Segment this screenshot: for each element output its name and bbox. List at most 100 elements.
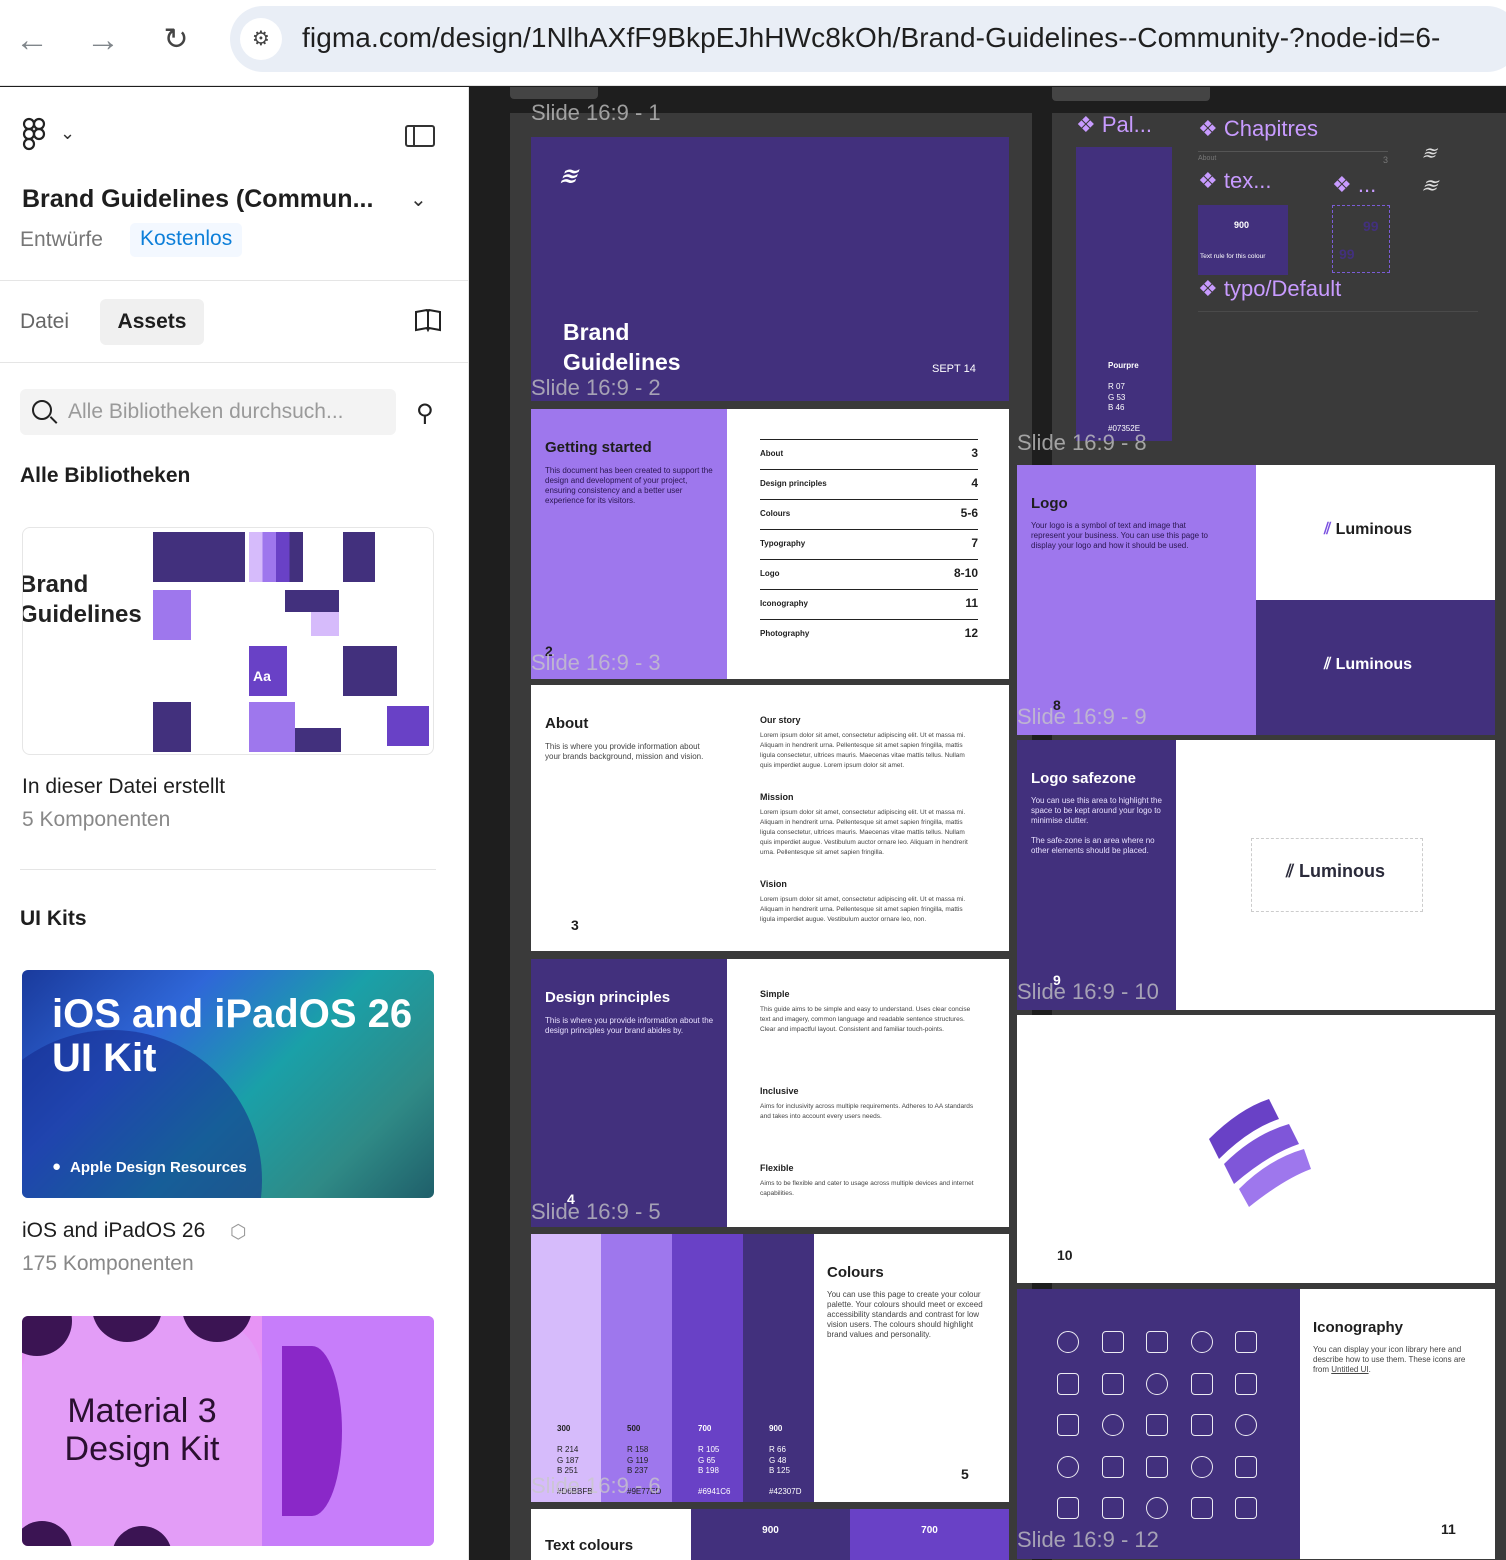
site-settings-icon[interactable]: ⚙ xyxy=(240,18,282,60)
slide-colours[interactable]: 300 R 214 G 187 B 251 #D6BBFB 500 R 158 G 119 B… xyxy=(531,1234,1009,1502)
component-label: ... xyxy=(1357,172,1377,197)
swatch-b: B 198 xyxy=(698,1466,719,1475)
colour-component[interactable]: Pourpre R 07 G 53 B 46 #07352E xyxy=(1076,147,1172,441)
slide-label[interactable]: Slide 16:9 - 8 xyxy=(1017,430,1147,456)
library-name[interactable]: In dieser Datei erstellt xyxy=(22,775,225,799)
slide-label[interactable]: Slide 16:9 - 9 xyxy=(1017,704,1147,730)
chevron-down-icon[interactable]: ⌄ xyxy=(60,123,75,144)
reload-icon[interactable]: ↻ xyxy=(156,20,196,60)
thumb-tile xyxy=(153,702,191,752)
section-tab[interactable] xyxy=(1052,87,1210,101)
slide-logo[interactable]: Logo Your logo is a symbol of text and i… xyxy=(1017,465,1495,735)
toc-row[interactable]: Typography 7 xyxy=(760,529,978,559)
slide-label[interactable]: Slide 16:9 - 2 xyxy=(531,375,661,401)
logo-light-panel: ⫽ Luminous xyxy=(1256,465,1495,600)
pourpre-info: Pourpre R 07 G 53 B 46 #07352E xyxy=(1108,361,1140,435)
ios-kit-thumbnail[interactable]: iOS and iPadOS 26 UI Kit ● Apple Design R… xyxy=(22,970,434,1198)
cover-title-1: Brand xyxy=(563,319,630,345)
file-title[interactable]: Brand Guidelines (Commun... xyxy=(22,185,373,214)
design-canvas[interactable]: ≋ Brand Guidelines SEPT 14 Slide 16:9 - 1… xyxy=(470,87,1506,1560)
thumb-title: Brand Guidelines xyxy=(22,570,142,630)
tab-assets[interactable]: Assets xyxy=(100,299,204,345)
component-typo-default[interactable]: ❖ typo/Default xyxy=(1198,276,1341,302)
assets-panel: ⌄ Brand Guidelines (Commun... ⌄ Entwürfe… xyxy=(0,87,469,1560)
filter-icon[interactable]: ⚲ xyxy=(416,399,434,428)
component-palette[interactable]: ❖ Pal... xyxy=(1076,112,1152,138)
slide-logo-mark[interactable]: 10 xyxy=(1017,1015,1495,1283)
back-icon[interactable]: ← xyxy=(12,20,52,60)
search-box[interactable]: Alle Bibliotheken durchsuch... xyxy=(20,389,396,435)
untitled-ui-link[interactable]: Untitled UI xyxy=(1331,1365,1368,1374)
search-input[interactable]: Alle Bibliotheken durchsuch... xyxy=(68,400,344,424)
toc-row[interactable]: About 3 xyxy=(760,439,978,469)
plan-badge: Kostenlos xyxy=(130,223,243,257)
component-more[interactable]: ❖ ... xyxy=(1332,172,1376,198)
toc-row[interactable]: Photography 12 xyxy=(760,619,978,649)
page-number-component[interactable]: 99 99 xyxy=(1332,205,1390,273)
slide-about[interactable]: About This is where you provide informat… xyxy=(531,685,1009,951)
toc-label: Colours xyxy=(760,509,791,518)
forward-icon[interactable]: → xyxy=(83,20,123,60)
slide-title: Text colours xyxy=(545,1537,634,1554)
slide-logo-safezone[interactable]: Logo safezone You can use this area to h… xyxy=(1017,740,1495,1010)
safezone-logo: ⫽ Luminous xyxy=(1286,861,1385,882)
address-bar[interactable]: ⚙ figma.com/design/1NlhAXfF9BkpEJhHWc8kO… xyxy=(230,6,1506,72)
toc-label: Iconography xyxy=(760,599,809,608)
page-number: 10 xyxy=(1057,1247,1073,1263)
sidebar-toggle-icon[interactable] xyxy=(405,125,435,147)
section-tab[interactable] xyxy=(510,87,598,99)
toc-row[interactable]: Colours 5-6 xyxy=(760,499,978,529)
text-colour-component[interactable]: 900 Text rule for this colour xyxy=(1198,205,1288,275)
slide-getting-started[interactable]: Getting started This document has been c… xyxy=(531,409,1009,679)
brand-mark-icon: ⫽ xyxy=(1286,861,1295,881)
slide-iconography[interactable]: Iconography You can display your icon li… xyxy=(1017,1289,1495,1559)
slide-label[interactable]: Slide 16:9 - 6 xyxy=(531,1473,661,1499)
tile-text: Text rule for this colour xyxy=(1200,253,1266,260)
toc-row[interactable]: Iconography 11 xyxy=(760,589,978,619)
pourpre-b: B 46 xyxy=(1108,403,1125,412)
section-title: Flexible xyxy=(760,1163,794,1173)
slide-label[interactable]: Slide 16:9 - 10 xyxy=(1017,979,1159,1005)
logo-wordmark: Luminous xyxy=(1335,656,1413,673)
file-menu-chevron-icon[interactable]: ⌄ xyxy=(410,187,427,212)
slide-design-principles[interactable]: Design principles This is where you prov… xyxy=(531,959,1009,1227)
url-text[interactable]: figma.com/design/1NlhAXfF9BkpEJhHWc8kOh/… xyxy=(302,22,1440,54)
material-kit-thumbnail[interactable]: Material 3 Design Kit xyxy=(22,1316,434,1546)
swatch-name: 700 xyxy=(698,1424,712,1433)
library-thumbnail[interactable]: Brand Guidelines Aa xyxy=(22,527,434,755)
toc-row[interactable]: Logo 8-10 xyxy=(760,559,978,589)
library-icon xyxy=(1190,1414,1213,1436)
swatch-name: 500 xyxy=(627,1424,641,1433)
text-colour-tile: 900 xyxy=(691,1509,850,1560)
thumb-title-line-2: Guidelines xyxy=(22,601,142,628)
toc-row[interactable]: Design principles 4 xyxy=(760,469,978,499)
slide-label[interactable]: Slide 16:9 - 5 xyxy=(531,1199,661,1225)
section-all-libraries: Alle Bibliotheken xyxy=(20,464,191,487)
apple-logo-icon: ● xyxy=(52,1158,62,1175)
swatch-g: G 187 xyxy=(557,1455,579,1465)
slide-label[interactable]: Slide 16:9 - 1 xyxy=(531,100,661,126)
slide-text-colours[interactable]: Text colours 900 700 xyxy=(531,1509,1009,1560)
component-text[interactable]: ❖ tex... xyxy=(1198,168,1272,194)
figma-logo-icon[interactable] xyxy=(22,117,48,153)
section-title: Simple xyxy=(760,989,790,999)
thumb-title-line-1: Brand xyxy=(22,571,89,598)
swatch-hex: #42307D xyxy=(769,1487,802,1496)
tab-file[interactable]: Datei xyxy=(20,310,69,334)
brand-mark-icon: ≋ xyxy=(556,163,585,188)
component-chapitres[interactable]: ❖ Chapitres xyxy=(1198,116,1318,142)
slide-cover[interactable]: ≋ Brand Guidelines SEPT 14 xyxy=(531,137,1009,401)
library-icon xyxy=(1235,1372,1257,1395)
swatch-g: G 65 xyxy=(698,1455,716,1465)
section-body: Aims for inclusivity across multiple req… xyxy=(760,1103,974,1120)
ios-kit-name[interactable]: iOS and iPadOS 26 xyxy=(22,1219,205,1243)
material-thumb-title-1: Material 3 xyxy=(67,1392,217,1430)
library-icon xyxy=(1190,1331,1213,1353)
library-book-icon[interactable] xyxy=(414,308,442,333)
library-icon xyxy=(1146,1331,1168,1353)
library-count: 5 Komponenten xyxy=(22,808,171,831)
project-name[interactable]: Entwürfe xyxy=(20,228,103,252)
slide-label[interactable]: Slide 16:9 - 12 xyxy=(1017,1527,1159,1553)
slide-label[interactable]: Slide 16:9 - 3 xyxy=(531,650,661,676)
slide-title: Colours xyxy=(827,1264,884,1281)
